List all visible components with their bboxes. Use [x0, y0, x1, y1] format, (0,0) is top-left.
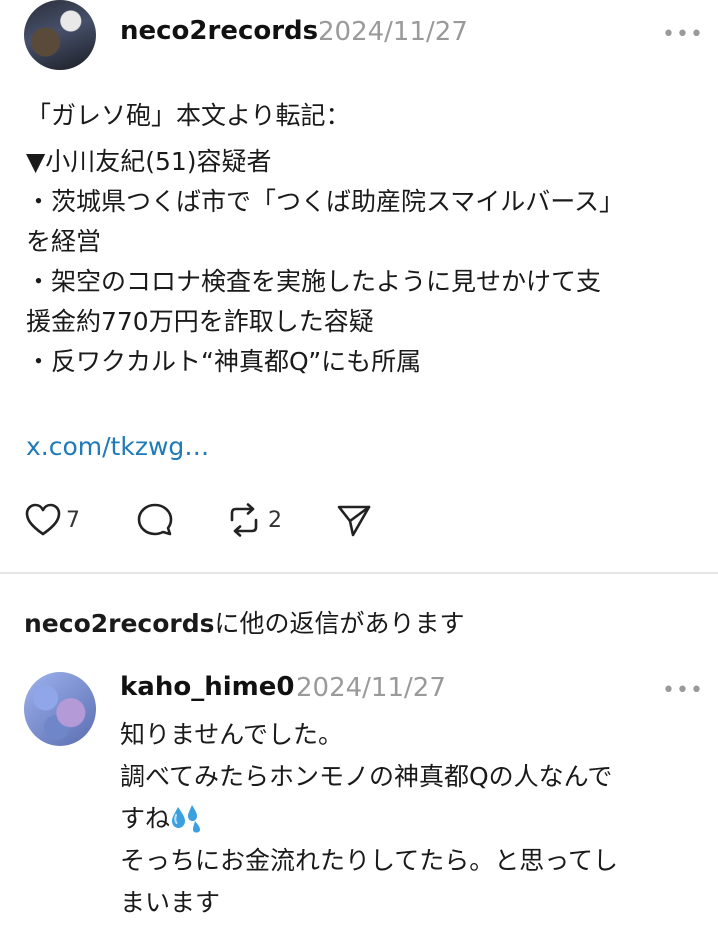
more-replies-link[interactable]: neco2recordsに他の返信があります	[24, 604, 465, 640]
share-button[interactable]	[336, 502, 372, 538]
more-replies-user: neco2records	[24, 609, 215, 638]
post-line: ・茨城県つくば市で「つくば助産院スマイルバース」	[26, 187, 625, 216]
repost-icon	[230, 503, 258, 537]
reply-line: すね	[120, 804, 171, 833]
reply-line: 調べてみたらホンモノの神真都Qの人なんで	[120, 762, 613, 791]
post-body: 「ガレソ砲」本文より転記： ▼小川友紀(51)容疑者 ・茨城県つくば市で「つくば…	[26, 96, 624, 382]
divider	[0, 572, 718, 574]
reply-date: 2024/11/27	[296, 673, 446, 703]
reply-body: 知りませんでした。 調べてみたらホンモノの神真都Qの人なんで すね そっちにお金…	[120, 714, 618, 924]
reply-button[interactable]	[136, 502, 174, 538]
more-options-icon[interactable]: •••	[662, 22, 704, 47]
more-replies-text: に他の返信があります	[214, 609, 465, 638]
repost-count: 2	[268, 507, 282, 533]
reply-avatar[interactable]	[24, 672, 96, 746]
reply-line-with-emoji: すね	[120, 798, 618, 840]
reply-line: そっちにお金流れたりしてたら。と思ってし	[120, 846, 619, 875]
avatar[interactable]	[24, 0, 96, 70]
post-line: を経営	[26, 227, 102, 256]
post-line: ・架空のコロナ検査を実施したように見せかけて支	[26, 267, 602, 296]
repost-button[interactable]: 2	[224, 502, 282, 538]
send-icon	[337, 505, 371, 537]
reply-line: まいます	[120, 888, 221, 917]
reply-more-options-icon[interactable]: •••	[662, 678, 704, 703]
post-link[interactable]: x.com/tkzwg…	[26, 432, 209, 461]
like-count: 7	[66, 507, 80, 533]
post-date: 2024/11/27	[318, 17, 468, 47]
sweat-droplets-icon	[172, 805, 201, 833]
comment-icon	[137, 503, 173, 536]
post-line: ▼小川友紀(51)容疑者	[26, 147, 272, 176]
reply-username[interactable]: kaho_hime0	[120, 672, 294, 702]
heart-icon	[25, 503, 61, 536]
post-line: ・反ワクカルト“神真都Q”にも所属	[26, 347, 422, 376]
like-button[interactable]: 7	[24, 502, 80, 538]
reply-line: 知りませんでした。	[120, 720, 344, 749]
post-line: 援金約770万円を詐取した容疑	[26, 307, 374, 336]
post-username[interactable]: neco2records	[120, 16, 318, 46]
post-line: 「ガレソ砲」本文より転記：	[26, 101, 351, 130]
